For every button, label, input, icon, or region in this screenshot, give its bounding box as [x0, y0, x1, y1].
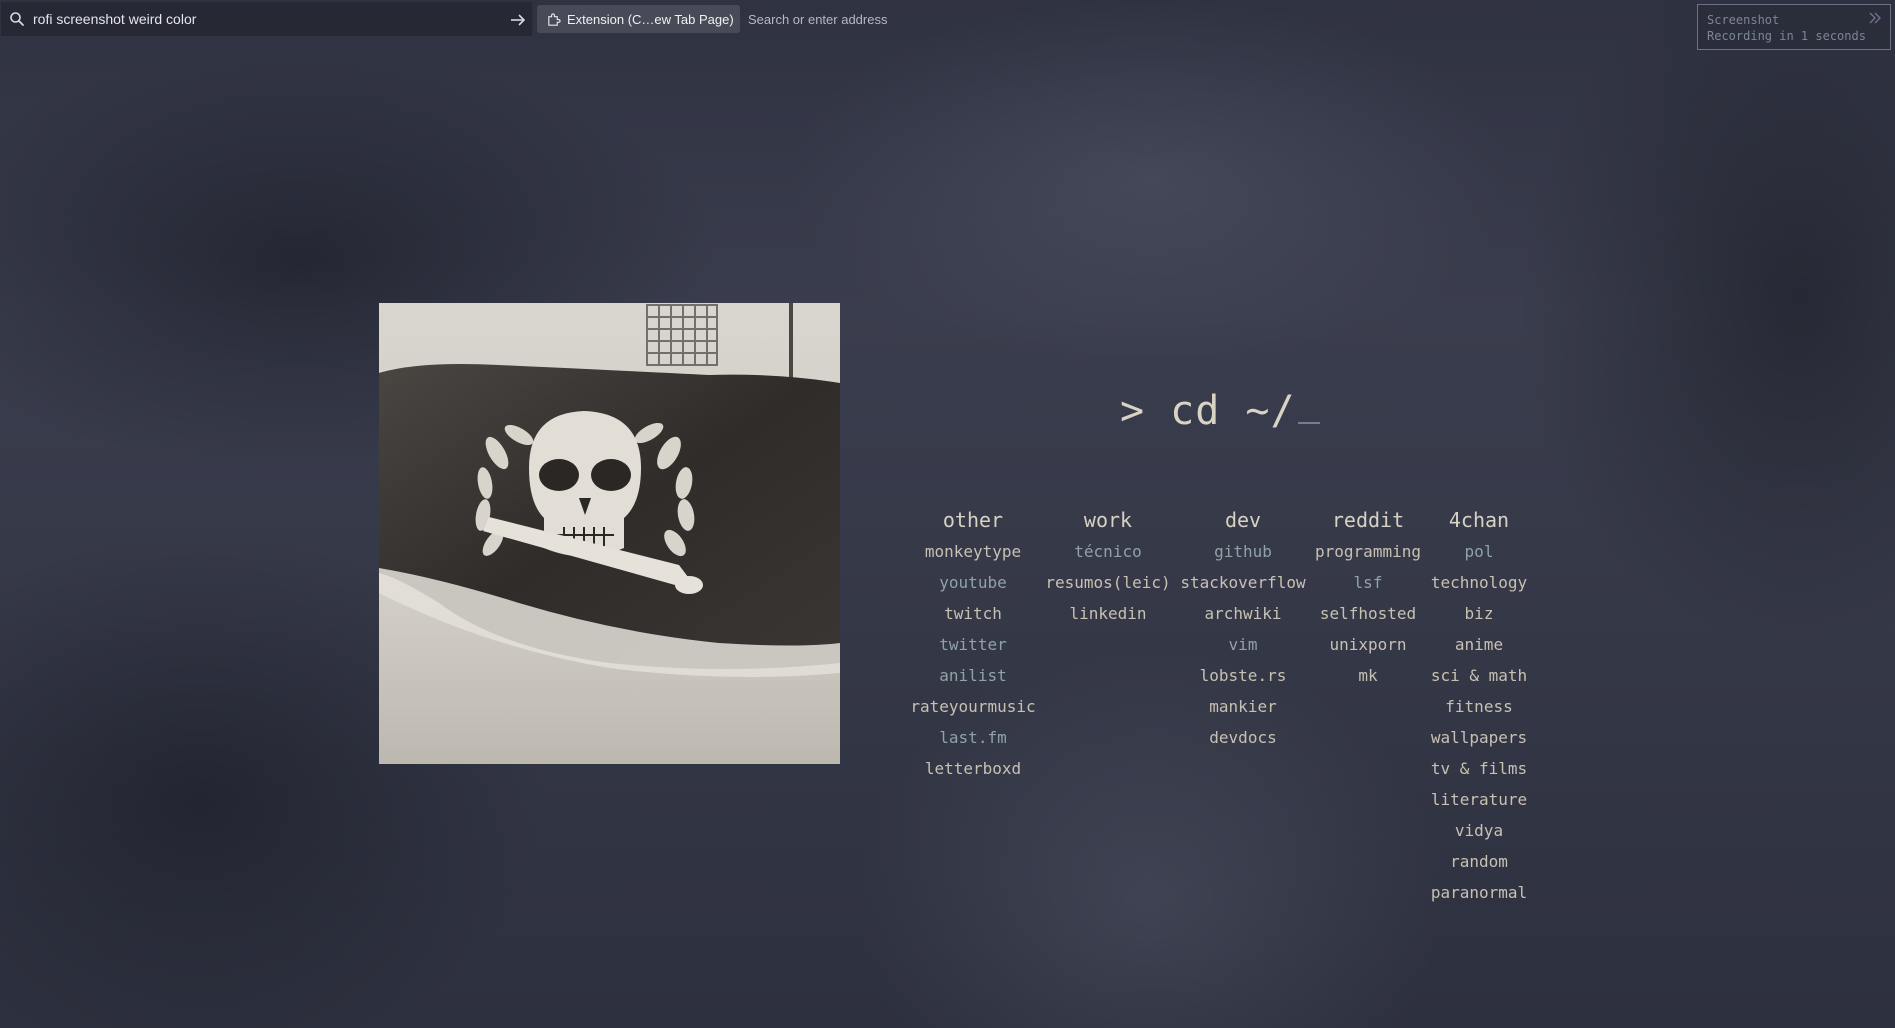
- column-heading: 4chan: [1448, 508, 1510, 532]
- bookmark-list: monkeytype youtube twitch twitter anilist rat…: [906, 536, 1040, 784]
- double-chevron-right-icon[interactable]: [1868, 11, 1882, 25]
- bookmark-column-other: other monkeytype youtube twitch twitter anili…: [906, 504, 1040, 784]
- bookmark-link[interactable]: letterboxd: [906, 753, 1040, 784]
- bookmark-link[interactable]: literature: [1412, 784, 1546, 815]
- bookmark-link[interactable]: rateyourmusic: [906, 691, 1040, 722]
- bookmark-link[interactable]: devdocs: [1176, 722, 1310, 753]
- bookmark-link[interactable]: sci & math: [1412, 660, 1546, 691]
- bookmark-link[interactable]: linkedin: [1041, 598, 1175, 629]
- bookmark-link[interactable]: random: [1412, 846, 1546, 877]
- bookmark-link[interactable]: biz: [1412, 598, 1546, 629]
- bookmark-link[interactable]: vidya: [1412, 815, 1546, 846]
- column-heading: other: [942, 508, 1004, 532]
- bookmark-column-dev: dev github stackoverflow archwiki vim lobste.…: [1176, 504, 1310, 753]
- bookmark-link[interactable]: technology: [1412, 567, 1546, 598]
- rofi-launcher-bar[interactable]: rofi screenshot weird color: [1, 2, 533, 36]
- column-heading: work: [1083, 508, 1133, 532]
- bookmark-link[interactable]: vim: [1176, 629, 1310, 660]
- bookmark-link[interactable]: youtube: [906, 567, 1040, 598]
- tab-label: Extension (C…ew Tab Page): [567, 11, 734, 27]
- bookmark-link[interactable]: twitter: [906, 629, 1040, 660]
- bookmark-link[interactable]: wallpapers: [1412, 722, 1546, 753]
- bookmark-link[interactable]: resumos(leic): [1041, 567, 1175, 598]
- tab-extension-new-tab-page[interactable]: Extension (C…ew Tab Page): [537, 5, 740, 33]
- notification-title: Screenshot: [1707, 13, 1780, 27]
- bookmark-link[interactable]: twitch: [906, 598, 1040, 629]
- screenshot-notification[interactable]: Screenshot Recording in 1 seconds: [1697, 4, 1891, 50]
- address-bar-input[interactable]: Search or enter address: [748, 12, 887, 27]
- bookmark-link[interactable]: last.fm: [906, 722, 1040, 753]
- skull-flag-photo: [379, 303, 840, 764]
- bookmark-link[interactable]: stackoverflow: [1176, 567, 1310, 598]
- bookmark-link[interactable]: tv & films: [1412, 753, 1546, 784]
- arrow-right-icon[interactable]: [509, 12, 527, 28]
- column-heading: dev: [1224, 508, 1262, 532]
- terminal-prompt: > cd ~/: [1120, 388, 1320, 434]
- cursor-underscore: [1297, 422, 1320, 424]
- bookmark-list: técnico resumos(leic) linkedin: [1041, 536, 1175, 629]
- search-icon: [10, 12, 24, 26]
- bookmark-link[interactable]: fitness: [1412, 691, 1546, 722]
- bookmark-column-work: work técnico resumos(leic) linkedin: [1041, 504, 1175, 629]
- prompt-text: > cd ~/: [1120, 388, 1296, 434]
- bookmark-list: github stackoverflow archwiki vim lobste.rs m…: [1176, 536, 1310, 753]
- bookmark-link[interactable]: técnico: [1041, 536, 1175, 567]
- bookmark-link[interactable]: pol: [1412, 536, 1546, 567]
- bookmark-link[interactable]: github: [1176, 536, 1310, 567]
- bookmark-list: pol technology biz anime sci & math fitness wa…: [1412, 536, 1546, 908]
- bookmark-link[interactable]: lobste.rs: [1176, 660, 1310, 691]
- top-bar: rofi screenshot weird color Extension (C…: [0, 0, 1895, 40]
- bookmark-link[interactable]: anime: [1412, 629, 1546, 660]
- bookmark-column-4chan: 4chan pol technology biz anime sci & math fitn…: [1412, 504, 1546, 908]
- bookmark-link[interactable]: paranormal: [1412, 877, 1546, 908]
- notification-subtitle: Recording in 1 seconds: [1707, 29, 1866, 43]
- bookmark-link[interactable]: anilist: [906, 660, 1040, 691]
- bookmark-link[interactable]: mankier: [1176, 691, 1310, 722]
- bookmark-link[interactable]: archwiki: [1176, 598, 1310, 629]
- puzzle-piece-icon: [548, 12, 561, 26]
- bookmark-link[interactable]: monkeytype: [906, 536, 1040, 567]
- launcher-query-input[interactable]: rofi screenshot weird color: [33, 11, 196, 27]
